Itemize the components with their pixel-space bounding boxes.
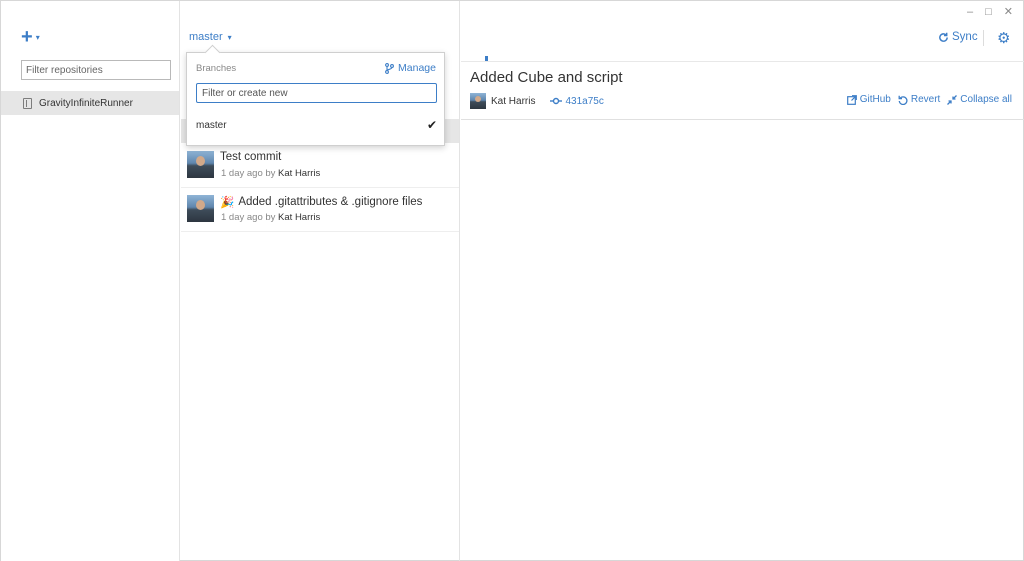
detail-divider xyxy=(461,119,1024,120)
plus-icon: + xyxy=(21,26,33,48)
manage-branches-button[interactable]: Manage xyxy=(385,62,436,74)
commit-author: Kat Harris xyxy=(278,168,321,179)
commit-detail-pane: Sync ⚙ Added Cube and script Kat Harris … xyxy=(461,1,1024,561)
avatar xyxy=(187,151,214,178)
branch-option-label: master xyxy=(196,119,227,131)
commit-row[interactable]: Test commit 1 day ago by Kat Harris xyxy=(181,144,459,188)
author-name: Kat Harris xyxy=(491,95,536,107)
commit-icon xyxy=(550,97,563,105)
avatar xyxy=(470,93,486,109)
settings-button[interactable]: ⚙ xyxy=(997,29,1010,47)
commit-sha-link[interactable]: 431a75c xyxy=(550,96,604,107)
branch-dropdown: Branches Manage master ✔ xyxy=(186,52,445,146)
revert-button[interactable]: Revert xyxy=(898,94,940,105)
branch-option[interactable]: master ✔ xyxy=(196,117,437,133)
branch-selector-button[interactable]: master ▾ xyxy=(189,31,232,43)
repository-name: GravityInfiniteRunner xyxy=(39,97,133,109)
repository-filter-input[interactable] xyxy=(21,60,171,80)
github-button[interactable]: GitHub xyxy=(846,94,891,105)
sidebar-item-repository[interactable]: GravityInfiniteRunner xyxy=(1,91,179,115)
toolbar-divider xyxy=(983,30,984,46)
undo-icon xyxy=(898,95,908,105)
commit-message: 🎉 Added .gitattributes & .gitignore file… xyxy=(220,196,423,209)
commit-author: Kat Harris xyxy=(278,212,321,223)
header-divider xyxy=(461,61,1024,62)
commit-actions: GitHub Revert Collapse all xyxy=(846,94,1012,105)
repository-icon xyxy=(23,97,32,109)
branch-name: master xyxy=(189,31,223,43)
external-link-icon xyxy=(846,94,857,105)
commit-meta: 1 day ago by Kat Harris xyxy=(221,168,321,179)
avatar xyxy=(187,195,214,222)
chevron-down-icon: ▾ xyxy=(227,32,232,42)
party-popper-icon: 🎉 xyxy=(220,197,235,209)
collapse-all-button[interactable]: Collapse all xyxy=(947,94,1012,105)
commit-row[interactable]: 🎉 Added .gitattributes & .gitignore file… xyxy=(181,188,459,232)
gear-icon: ⚙ xyxy=(997,30,1011,47)
commit-meta: 1 day ago by Kat Harris xyxy=(221,212,321,223)
chevron-down-icon: ▾ xyxy=(35,32,40,42)
collapse-icon xyxy=(947,94,958,105)
checkmark-icon: ✔ xyxy=(426,118,437,132)
add-repository-button[interactable]: + ▾ xyxy=(21,26,40,48)
repository-sidebar: + ▾ GravityInfiniteRunner xyxy=(1,1,180,561)
branch-filter-input[interactable] xyxy=(196,83,437,103)
app-window: – □ ✕ + ▾ GravityInfiniteRunner master ▾… xyxy=(0,0,1024,561)
dropdown-title: Branches xyxy=(196,63,237,74)
accent-marker xyxy=(485,56,488,61)
commit-title: Added Cube and script xyxy=(470,69,623,86)
branch-icon xyxy=(385,62,394,74)
commit-message: Test commit xyxy=(220,151,282,163)
sync-label: Sync xyxy=(952,31,978,43)
commit-author-line: Kat Harris 431a75c xyxy=(470,93,604,109)
sync-icon xyxy=(939,32,948,42)
sync-button[interactable]: Sync xyxy=(938,31,978,43)
